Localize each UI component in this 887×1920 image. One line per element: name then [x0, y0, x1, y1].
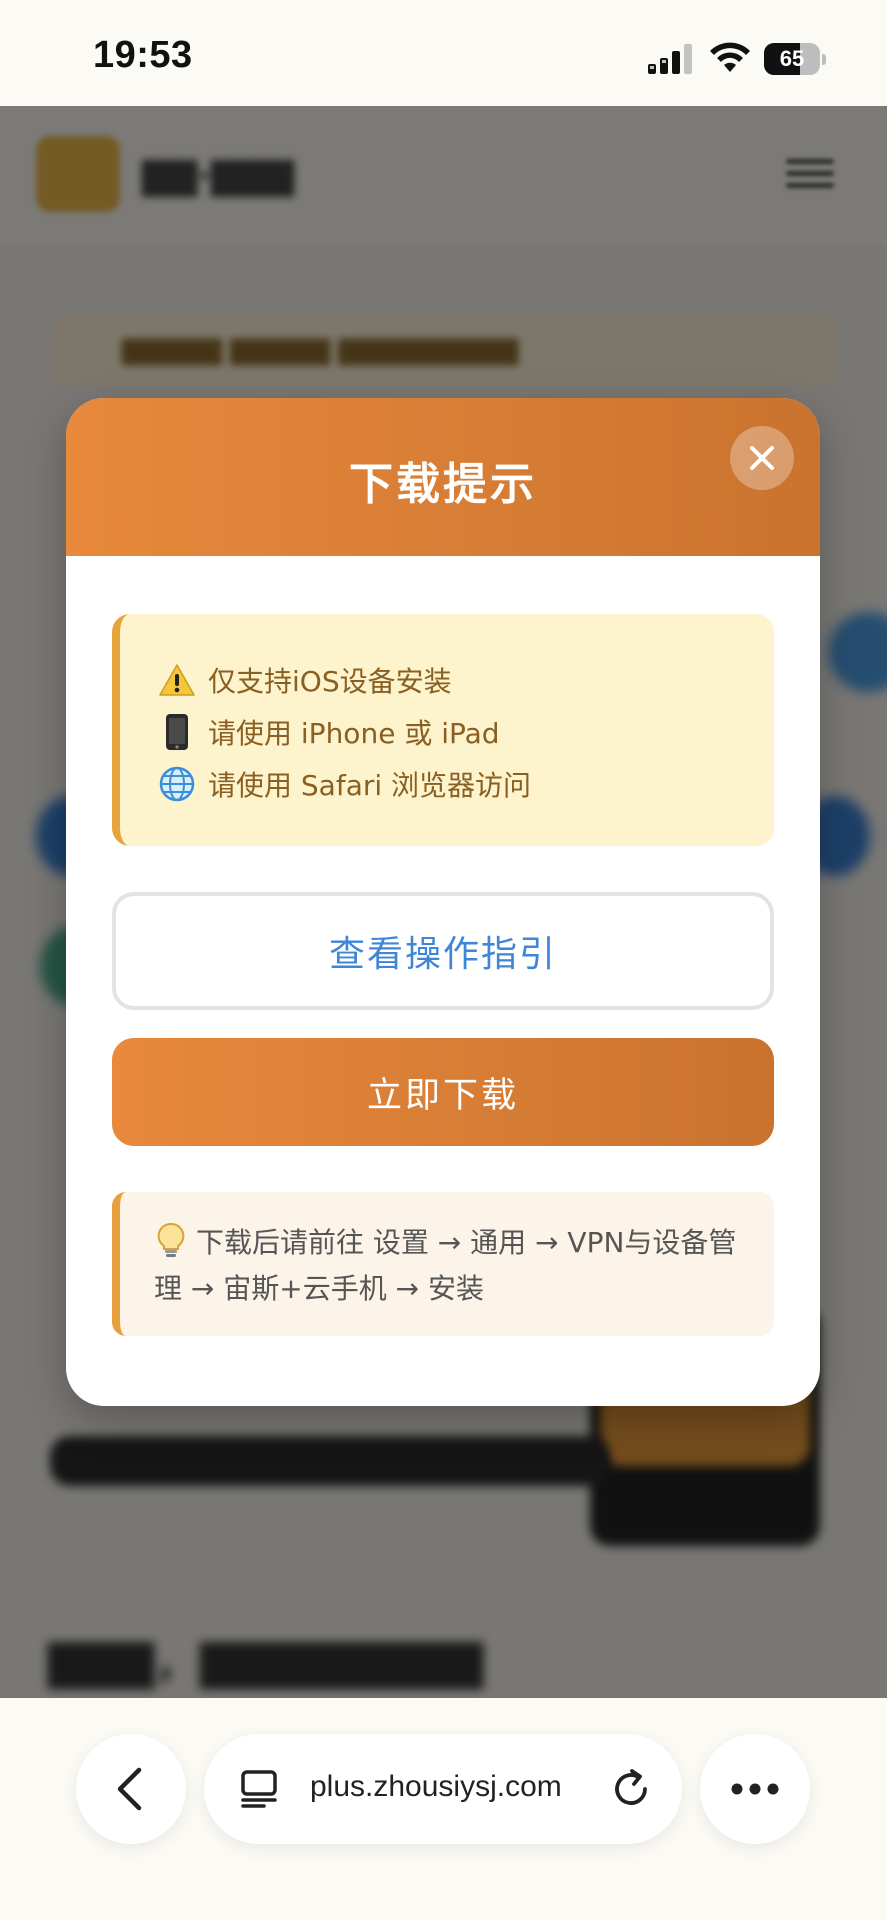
requirement-line: 请使用 Safari 浏览器访问: [156, 764, 531, 804]
dialog-title: 下载提示: [349, 459, 537, 510]
dialog-header: 下载提示: [66, 398, 820, 556]
requirement-text: 请使用 Safari 浏览器访问: [208, 769, 532, 802]
reload-icon[interactable]: [610, 1768, 652, 1810]
battery-level: 65: [779, 46, 805, 71]
download-now-button[interactable]: 立即下载: [112, 1038, 774, 1146]
chevron-left-icon: [117, 1767, 142, 1811]
requirement-text: 请使用 iPhone 或 iPad: [208, 717, 500, 750]
more-dots-icon: [731, 1783, 779, 1795]
warning-icon: [159, 664, 195, 696]
reader-mode-icon[interactable]: [240, 1769, 278, 1809]
mobile-phone-icon: [166, 714, 188, 750]
download-dialog: 下载提示 仅支持iOS设备安装 请使用 iPhone 或 iPad 请使用 Sa…: [66, 398, 820, 1406]
light-bulb-icon: [157, 1222, 185, 1257]
view-guide-button[interactable]: 查看操作指引: [112, 892, 774, 1010]
requirement-line: 仅支持iOS设备安装: [156, 660, 452, 700]
address-bar[interactable]: plus.zhousiysj.com: [204, 1734, 682, 1844]
cellular-signal-icon: [648, 44, 692, 74]
browser-toolbar: plus.zhousiysj.com: [0, 1698, 887, 1920]
install-tip: 下载后请前往 设置 → 通用 → VPN与设备管理 → 宙斯+云手机 → 安装: [112, 1192, 774, 1336]
install-tip-text: 下载后请前往 设置 → 通用 → VPN与设备管理 → 宙斯+云手机 → 安装: [154, 1226, 737, 1305]
wifi-icon: [710, 42, 750, 72]
more-options-button[interactable]: [700, 1734, 810, 1844]
url-text: plus.zhousiysj.com: [310, 1770, 562, 1803]
requirement-line: 请使用 iPhone 或 iPad: [156, 712, 500, 752]
battery-indicator: 65: [764, 43, 826, 75]
globe-icon: [159, 766, 195, 802]
close-icon: [750, 446, 774, 470]
status-bar: 19:53 65: [0, 0, 887, 106]
requirement-text: 仅支持iOS设备安装: [208, 665, 452, 698]
back-button[interactable]: [76, 1734, 186, 1844]
status-time: 19:53: [93, 34, 193, 76]
close-button[interactable]: [730, 426, 794, 490]
device-requirements-notice: 仅支持iOS设备安装 请使用 iPhone 或 iPad 请使用 Safari …: [112, 614, 774, 846]
